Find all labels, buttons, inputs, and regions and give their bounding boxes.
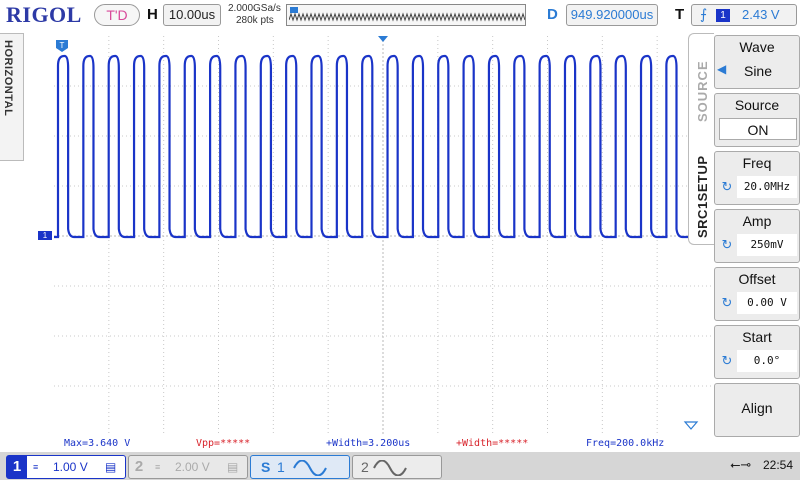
- source-menu-panel: SOURCE SRC1SETUP Wave ◀ Sine Source ON F…: [688, 33, 800, 438]
- freq-label: Freq: [742, 155, 772, 171]
- trigger-settings[interactable]: ⨍ 1 2.43 V: [691, 4, 797, 26]
- waveform-display[interactable]: T: [54, 36, 712, 436]
- knob-icon: ↻: [721, 179, 733, 194]
- bandwidth-icon: ▤: [227, 460, 239, 474]
- channel-status-bar: 1 ≡ 1.00 V ▤ 2 ≡ 2.00 V ▤ S 1 2 ⭠⊸ 22:54: [0, 452, 800, 480]
- clock: 22:54: [763, 458, 794, 472]
- sine-wave-icon: [293, 460, 327, 476]
- memory-depth: 280k pts: [236, 15, 274, 26]
- channel-2-box[interactable]: 2 ≡ 2.00 V ▤: [128, 455, 248, 479]
- start-phase-menu-item[interactable]: Start ↻ 0.0°: [714, 325, 800, 379]
- wave-label: Wave: [739, 39, 775, 55]
- start-label: Start: [742, 329, 772, 345]
- timebase-value[interactable]: 10.00us: [163, 4, 221, 26]
- source-menu-item[interactable]: Source ON: [714, 93, 800, 147]
- amp-menu-item[interactable]: Amp ↻ 250mV: [714, 209, 800, 263]
- source-s-label: S: [261, 459, 271, 475]
- top-status-bar: RIGOL T'D H 10.00us 2.000GSa/s 280k pts …: [0, 0, 800, 32]
- delay-label: D: [547, 6, 558, 23]
- src1-setup-tab[interactable]: SRC1SETUP: [695, 126, 710, 238]
- channel-1-box[interactable]: 1 ≡ 1.00 V ▤: [6, 455, 126, 479]
- freq-menu-item[interactable]: Freq ↻ 20.0MHz: [714, 151, 800, 205]
- sine-wave-icon: [373, 460, 407, 476]
- channel-2-number: 2: [134, 458, 144, 475]
- align-label: Align: [741, 400, 773, 416]
- usb-icon: ⭠⊸: [730, 457, 752, 472]
- wave-value: Sine: [743, 63, 773, 79]
- bandwidth-icon: ▤: [105, 460, 117, 474]
- sample-rate: 2.000GSa/s: [228, 3, 281, 14]
- measurement-vpp: Vpp=*****: [196, 438, 251, 449]
- channel-2-scale: 2.00 V: [175, 460, 210, 474]
- amp-label: Amp: [742, 213, 772, 229]
- trigger-marker-label: T: [60, 41, 65, 50]
- measurement-freq: Freq=200.0kHz: [586, 438, 665, 449]
- measurement-max: Max=3.640 V: [64, 438, 131, 449]
- knob-icon: ↻: [721, 353, 733, 368]
- trigger-label: T: [675, 6, 685, 23]
- channel-1-number: 1: [7, 456, 27, 478]
- channel-1-scale: 1.00 V: [53, 460, 88, 474]
- freq-value: 20.0MHz: [737, 176, 797, 198]
- offset-label: Offset: [738, 271, 776, 287]
- measurement-pos-width-2: +Width=*****: [456, 438, 529, 449]
- horizontal-tab-label: HORIZONTAL: [2, 40, 14, 117]
- channel-1-offset-marker[interactable]: 1: [38, 231, 52, 240]
- source-tab[interactable]: SOURCE: [695, 42, 710, 122]
- dc-coupling-icon: ≡: [33, 462, 39, 472]
- brand-logo: RIGOL: [6, 2, 82, 27]
- horizontal-center-icon: [378, 36, 388, 42]
- horizontal-menu-tab[interactable]: HORIZONTAL: [0, 33, 24, 161]
- source-2-box[interactable]: 2: [352, 455, 442, 479]
- source-label: Source: [734, 97, 780, 113]
- horizontal-label: H: [147, 6, 158, 23]
- source-2-number: 2: [361, 459, 369, 475]
- delay-value[interactable]: 949.920000us: [566, 4, 658, 26]
- dc-coupling-icon: ≡: [155, 462, 161, 472]
- wave-menu-item[interactable]: Wave ◀ Sine: [714, 35, 800, 89]
- trigger-position-marker: T: [56, 40, 68, 52]
- offset-value: 0.00 V: [737, 292, 797, 314]
- source-value: ON: [719, 118, 797, 140]
- offset-menu-item[interactable]: Offset ↻ 0.00 V: [714, 267, 800, 321]
- align-menu-item[interactable]: Align: [714, 383, 800, 437]
- memory-overview-bar: [286, 4, 526, 26]
- knob-icon: ↻: [721, 237, 733, 252]
- measurement-pos-width: +Width=3.200us: [326, 438, 411, 449]
- trigger-status-indicator: T'D: [94, 4, 140, 26]
- amp-value: 250mV: [737, 234, 797, 256]
- menu-tabs[interactable]: SOURCE SRC1SETUP: [688, 33, 714, 245]
- trigger-source-badge: 1: [716, 9, 730, 22]
- knob-icon: ↻: [721, 295, 733, 310]
- trigger-level: 2.43 V: [742, 7, 780, 22]
- start-value: 0.0°: [737, 350, 797, 372]
- rising-edge-icon: ⨍: [700, 6, 708, 22]
- overview-waveform: [289, 12, 525, 22]
- source-1-box[interactable]: S 1: [250, 455, 350, 479]
- channel-1-trace: [54, 54, 708, 239]
- source-1-number: 1: [277, 459, 285, 475]
- channel-1-waveform: [54, 54, 708, 239]
- measurement-bar: Max=3.640 V Vpp=***** +Width=3.200us +Wi…: [0, 437, 690, 451]
